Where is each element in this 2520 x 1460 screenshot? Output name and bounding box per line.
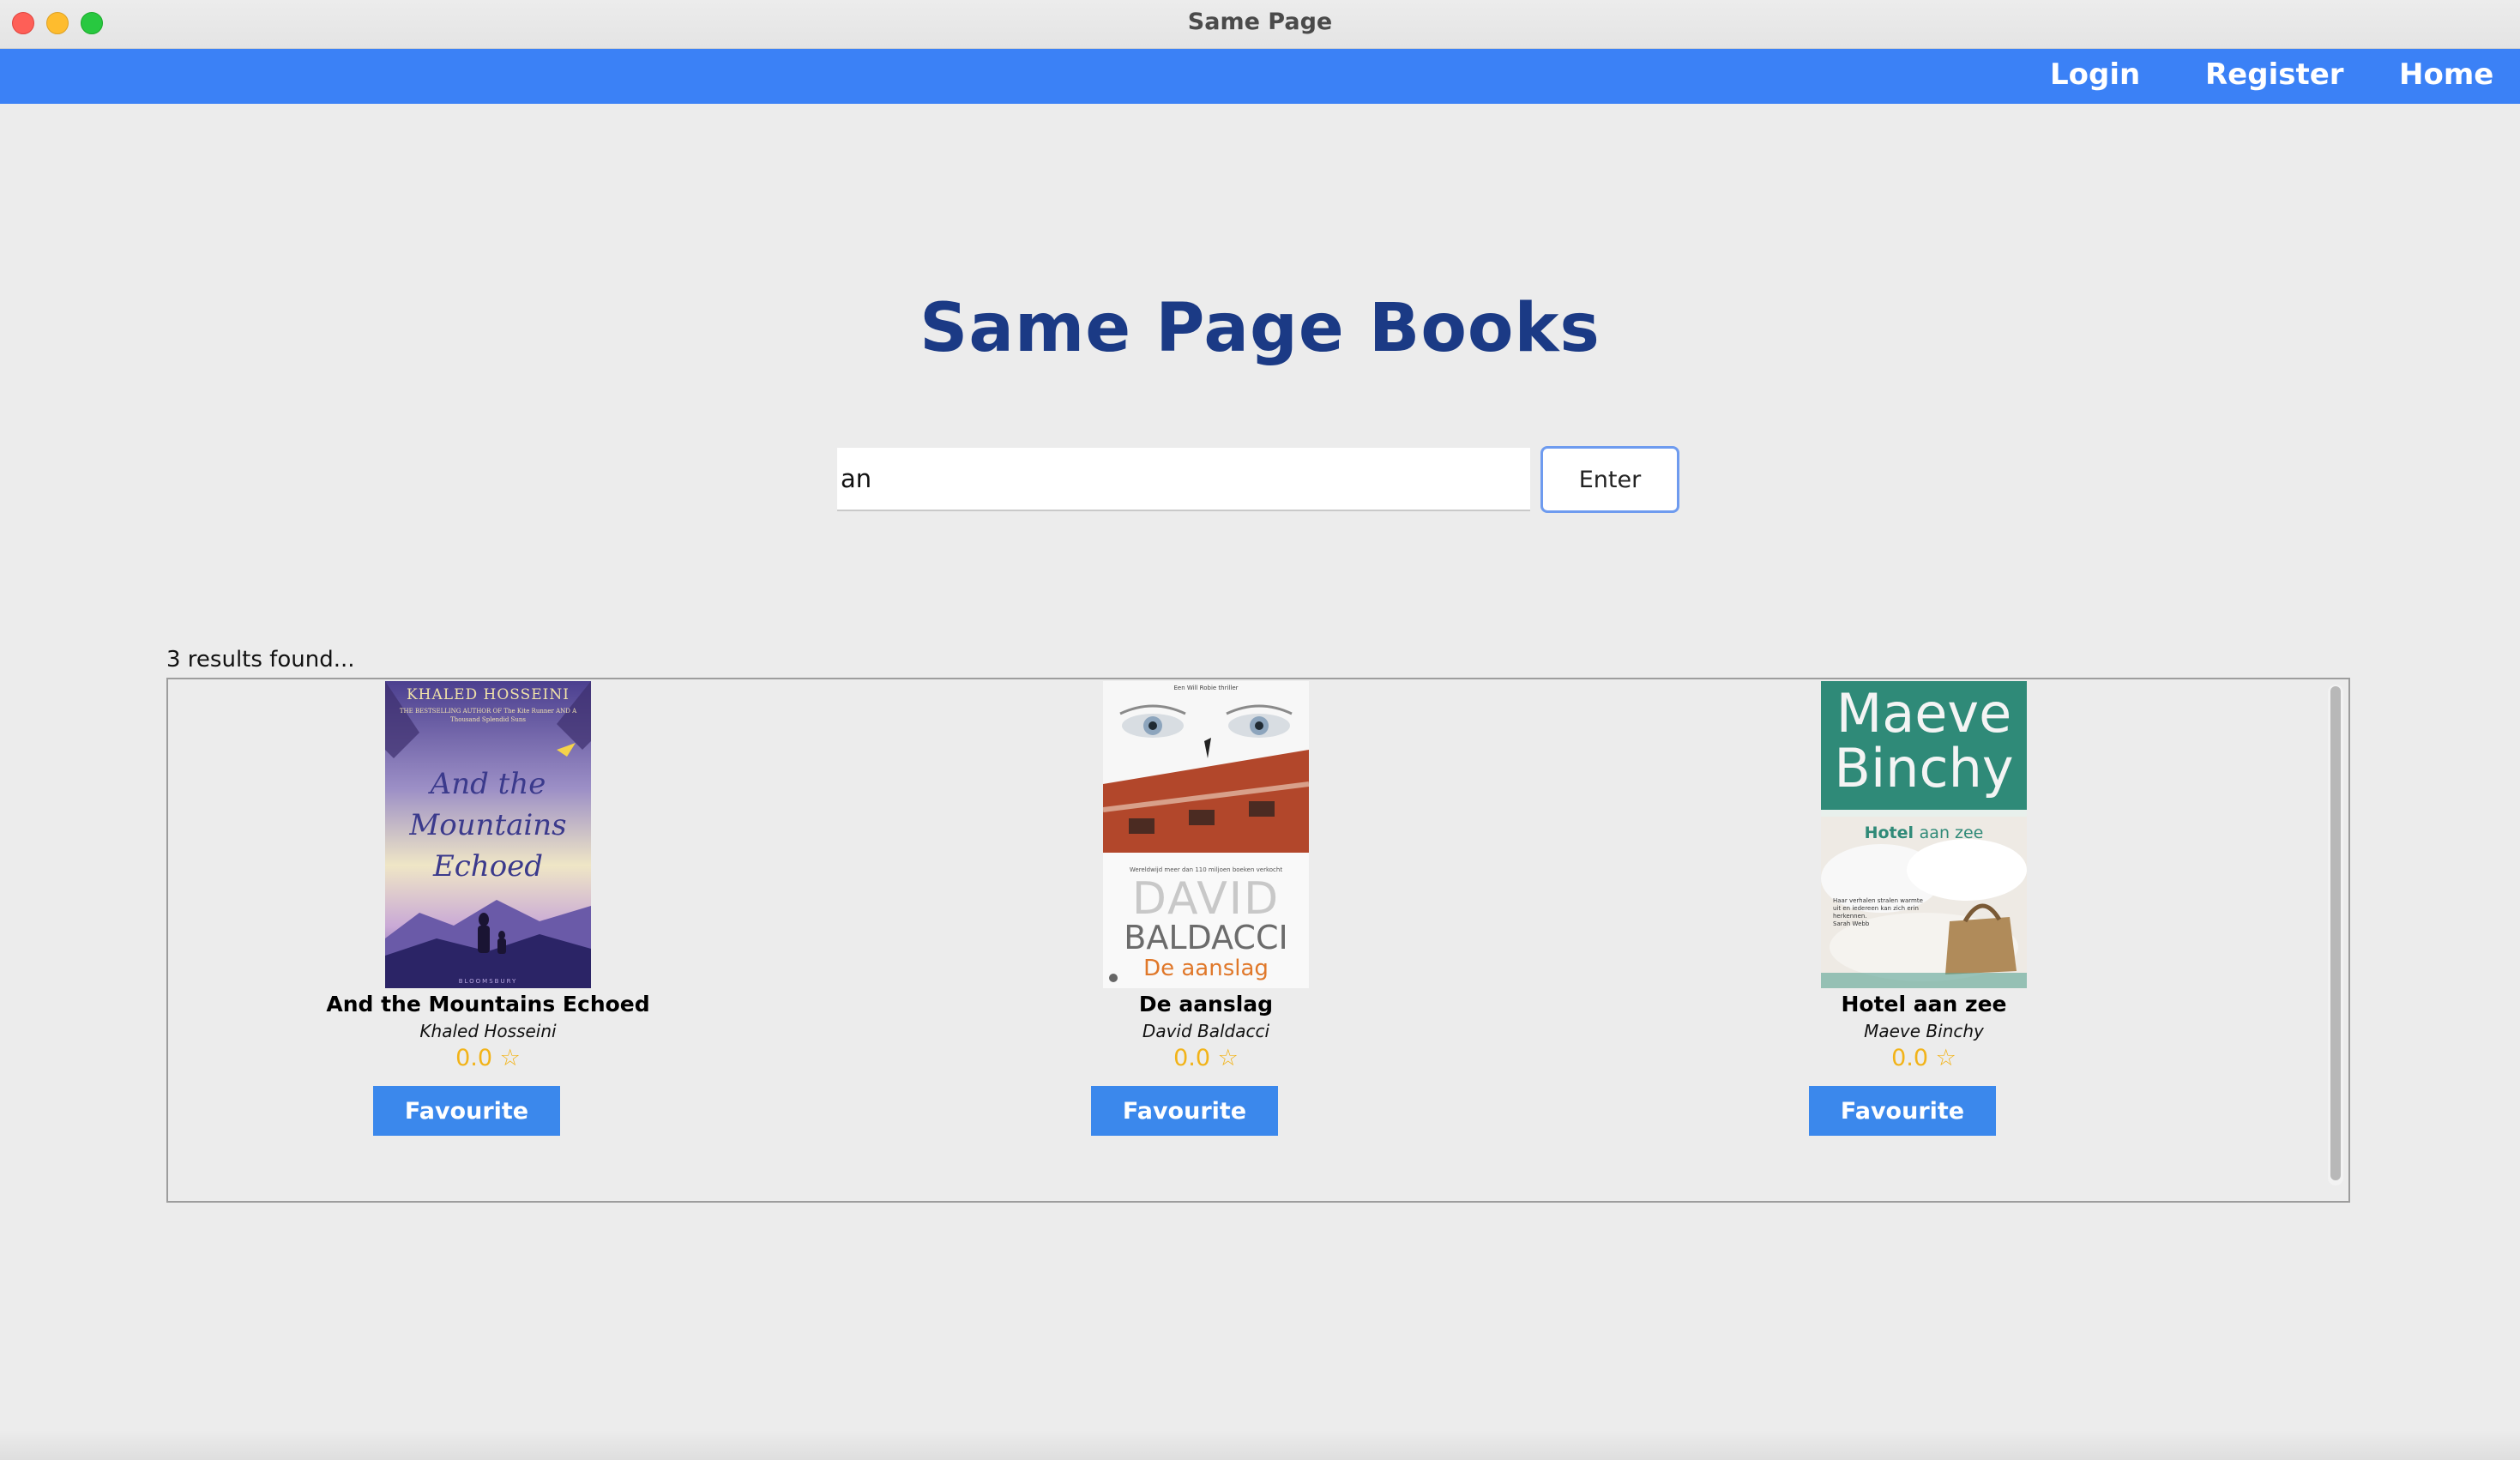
book-title: De aanslag bbox=[1138, 992, 1274, 1017]
search-input[interactable] bbox=[837, 448, 1530, 511]
cover-tagline: Wereldwijd meer dan 110 miljoen boeken v… bbox=[1129, 866, 1283, 873]
cover-series-text: Een Will Robie thriller bbox=[1173, 685, 1239, 691]
cover-author: Maeve Binchy bbox=[1834, 682, 2014, 799]
book-rating: 0.0 ☆ bbox=[1891, 1045, 1956, 1071]
nav-home-link[interactable]: Home bbox=[2399, 56, 2493, 94]
favourite-button[interactable]: Favourite bbox=[1091, 1086, 1278, 1136]
book-card: Maeve Binchy Hotel aan zee Haar verhalen… bbox=[1718, 679, 2130, 1194]
results-count: 3 results found... bbox=[166, 647, 355, 673]
page-title: Same Page Books bbox=[919, 290, 1601, 367]
results-scrollbar[interactable] bbox=[2328, 685, 2343, 1185]
cover-publisher: BLOOMSBURY bbox=[458, 978, 518, 985]
cover-tagline: THE BESTSELLING AUTHOR OF The Kite Runne… bbox=[399, 708, 577, 723]
book-author: David Baldacci bbox=[1142, 1021, 1270, 1041]
cover-title: And the Mountains Echoed bbox=[409, 767, 567, 884]
enter-button[interactable]: Enter bbox=[1540, 446, 1679, 513]
favourite-button[interactable]: Favourite bbox=[1809, 1086, 1996, 1136]
book-card: Een Will Robie thriller Wereldwijd meer … bbox=[1000, 679, 1412, 1194]
window-titlebar: Same Page bbox=[0, 0, 2520, 49]
book-rating: 0.0 ☆ bbox=[1173, 1045, 1239, 1071]
nav-login-link[interactable]: Login bbox=[2050, 56, 2140, 94]
book-author: Khaled Hosseini bbox=[419, 1021, 557, 1041]
book-rating: 0.0 ☆ bbox=[455, 1045, 521, 1071]
cover-author-last: BALDACCI bbox=[1124, 919, 1288, 956]
cover-title: Hotel aan zee bbox=[1864, 824, 1984, 842]
window-title: Same Page bbox=[1187, 9, 1333, 35]
nav-register-link[interactable]: Register bbox=[2205, 56, 2344, 94]
cover-author-first: DAVID bbox=[1131, 873, 1281, 925]
book-title: And the Mountains Echoed bbox=[326, 992, 650, 1017]
book-cover-image[interactable]: Een Will Robie thriller Wereldwijd meer … bbox=[1103, 681, 1309, 988]
cover-title: De aanslag bbox=[1143, 956, 1269, 981]
book-cover-image[interactable]: Maeve Binchy Hotel aan zee Haar verhalen… bbox=[1821, 681, 2027, 988]
results-panel[interactable]: KHALED HOSSEINI THE BESTSELLING AUTHOR O… bbox=[166, 678, 2350, 1203]
book-author: Maeve Binchy bbox=[1864, 1021, 1984, 1041]
book-cover-image[interactable]: KHALED HOSSEINI THE BESTSELLING AUTHOR O… bbox=[385, 681, 591, 988]
book-title: Hotel aan zee bbox=[1841, 992, 2007, 1017]
window-bottom-shadow bbox=[0, 1429, 2520, 1460]
favourite-button[interactable]: Favourite bbox=[373, 1086, 560, 1136]
cover-author-text: KHALED HOSSEINI bbox=[406, 686, 570, 703]
top-nav-bar: Login Register Home bbox=[0, 49, 2520, 104]
scrollbar-thumb[interactable] bbox=[2330, 686, 2341, 1180]
book-card: KHALED HOSSEINI THE BESTSELLING AUTHOR O… bbox=[282, 679, 694, 1194]
cover-blurb: Haar verhalen stralen warmte uit en iede… bbox=[1833, 897, 1923, 927]
